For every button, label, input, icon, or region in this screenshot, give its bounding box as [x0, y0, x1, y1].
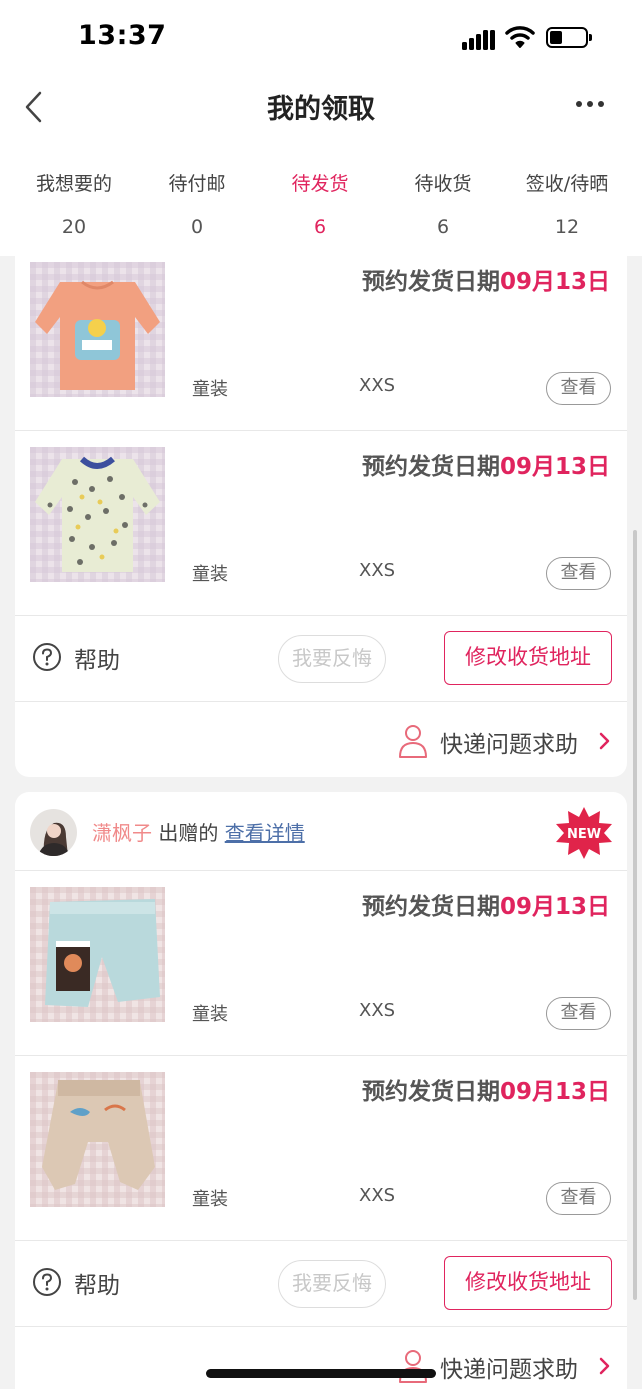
ship-date: 09月13日 — [499, 894, 610, 920]
page-title: 我的领取 — [267, 94, 375, 125]
item-size: XXS — [359, 375, 396, 396]
item-size: XXS — [359, 1000, 396, 1021]
status-time: 13:37 — [78, 20, 167, 51]
ship-date-text: 预约发货日期09月13日 — [361, 269, 610, 295]
giver-name[interactable]: 潇枫子 — [92, 821, 152, 845]
item-category: 童装 — [192, 1004, 228, 1025]
help-label[interactable]: 帮助 — [74, 1266, 120, 1300]
order-card: 潇枫子 出赠的 查看详情 NEW 预约发货日期09月13日 童装 XXS 查看 — [15, 792, 627, 1389]
ship-date-text: 预约发货日期09月13日 — [361, 894, 610, 920]
tab-wanted[interactable]: 我想要的 20 — [14, 144, 134, 256]
courier-help-row[interactable]: 快递问题求助 — [15, 1327, 627, 1389]
ship-date: 09月13日 — [499, 1079, 610, 1105]
chevron-right-icon — [599, 1357, 610, 1375]
item-category: 童装 — [192, 379, 228, 400]
tab-count: 6 — [313, 216, 327, 238]
patterned-shirt-image — [30, 447, 165, 582]
tab-label: 待发货 — [291, 173, 349, 195]
battery-icon — [546, 27, 592, 48]
courier-help-row[interactable]: 快递问题求助 — [15, 702, 627, 777]
more-options-icon[interactable] — [576, 100, 606, 110]
giver-row: 潇枫子 出赠的 查看详情 NEW — [15, 792, 627, 871]
help-icon[interactable] — [32, 1267, 62, 1297]
tab-awaiting-shipment[interactable]: 待发货 6 — [260, 144, 380, 256]
nav-bar: 我的领取 — [0, 72, 642, 144]
item-size: XXS — [359, 1185, 396, 1206]
new-badge-icon: NEW — [556, 807, 612, 859]
help-label[interactable]: 帮助 — [74, 641, 120, 675]
svg-text:NEW: NEW — [567, 827, 601, 842]
order-item[interactable]: 预约发货日期09月13日 童装 XXS 查看 — [15, 871, 627, 1056]
view-button[interactable]: 查看 — [546, 997, 611, 1030]
ship-date-text: 预约发货日期09月13日 — [361, 1079, 610, 1105]
ship-date: 09月13日 — [499, 454, 610, 480]
tab-count: 6 — [436, 216, 450, 238]
tab-awaiting-postage[interactable]: 待付邮 0 — [137, 144, 257, 256]
order-actions: 帮助 我要反悔 修改收货地址 — [15, 1241, 627, 1327]
view-button[interactable]: 查看 — [546, 1182, 611, 1215]
change-address-button[interactable]: 修改收货地址 — [444, 631, 612, 685]
scrollbar[interactable] — [633, 530, 637, 1300]
pink-sweatshirt-image — [30, 262, 165, 397]
giver-action: 出赠的 — [158, 821, 219, 845]
tab-count: 20 — [61, 216, 87, 238]
tab-label: 我想要的 — [35, 173, 112, 195]
home-indicator[interactable] — [206, 1369, 436, 1378]
order-item[interactable]: 预约发货日期09月13日 童装 XXS 查看 — [15, 1056, 627, 1241]
giver-info: 潇枫子 出赠的 查看详情 — [92, 817, 305, 846]
beige-pants-image — [30, 1072, 165, 1207]
ship-date-text: 预约发货日期09月13日 — [361, 454, 610, 480]
view-button[interactable]: 查看 — [546, 372, 611, 405]
courier-help-label: 快递问题求助 — [440, 732, 578, 758]
item-size: XXS — [359, 560, 396, 581]
tab-count: 0 — [190, 216, 204, 238]
view-button[interactable]: 查看 — [546, 557, 611, 590]
item-category: 童装 — [192, 564, 228, 585]
ship-date: 09月13日 — [499, 269, 610, 295]
tab-label: 签收/待晒 — [525, 173, 609, 195]
wifi-icon — [505, 26, 535, 48]
order-actions: 帮助 我要反悔 修改收货地址 — [15, 616, 627, 702]
courier-help-label: 快递问题求助 — [440, 1357, 578, 1383]
status-bar: 13:37 — [0, 0, 642, 72]
regret-button[interactable]: 我要反悔 — [278, 635, 386, 683]
order-item[interactable]: 预约发货日期09月13日 童装 XXS 查看 — [15, 431, 627, 616]
order-card: 预约发货日期09月13日 童装 XXS 查看 预约发货日期09月13日 童装 X… — [15, 246, 627, 777]
help-icon[interactable] — [32, 642, 62, 672]
tab-awaiting-receipt[interactable]: 待收货 6 — [383, 144, 503, 256]
chevron-right-icon — [599, 732, 610, 750]
change-address-button[interactable]: 修改收货地址 — [444, 1256, 612, 1310]
tab-signed[interactable]: 签收/待晒 12 — [507, 144, 627, 256]
avatar[interactable] — [30, 809, 77, 856]
tab-count: 12 — [554, 216, 580, 238]
item-category: 童装 — [192, 1189, 228, 1210]
signal-icon — [462, 28, 496, 50]
tab-label: 待收货 — [414, 173, 472, 195]
order-status-tabs: 我想要的 20 待付邮 0 待发货 6 待收货 6 签收/待晒 12 — [0, 144, 642, 256]
regret-button[interactable]: 我要反悔 — [278, 1260, 386, 1308]
person-icon — [399, 725, 427, 758]
denim-pants-image — [30, 887, 165, 1022]
view-details-link[interactable]: 查看详情 — [225, 821, 305, 845]
order-item[interactable]: 预约发货日期09月13日 童装 XXS 查看 — [15, 246, 627, 431]
tab-label: 待付邮 — [168, 173, 226, 195]
